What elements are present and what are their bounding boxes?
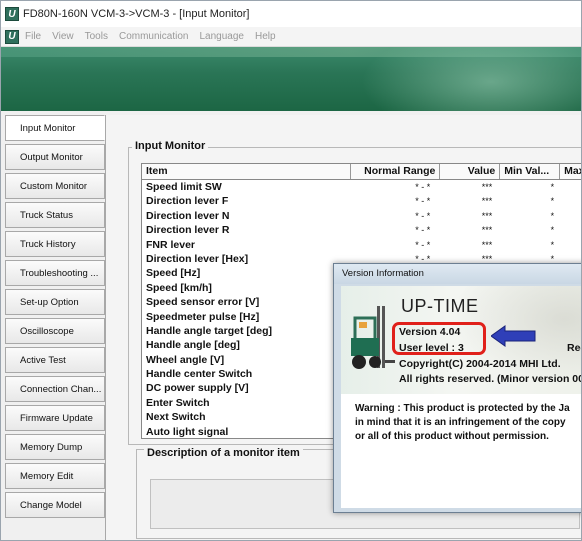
product-name: UP-TIME [401,296,479,316]
cell-item: Speed [Hz] [146,267,201,280]
app-window: U FD80N-160N VCM-3->VCM-3 - [Input Monit… [0,0,582,541]
version-highlight-box [392,322,486,355]
cell-normal-range: * - * [415,210,431,221]
copyright-text: Copyright(C) 2004-2014 MHI Ltd. [399,358,561,370]
cell-value: *** [481,225,493,236]
input-monitor-label: Input Monitor [132,140,209,152]
cell-item: DC power supply [V] [146,382,249,395]
cell-item: Enter Switch [146,396,210,409]
cell-item: Handle angle target [deg] [146,324,273,337]
nav-custom-monitor[interactable]: Custom Monitor [5,173,105,199]
cell-normal-range: * - * [415,182,431,192]
cell-normal-range: * - * [415,225,431,236]
menu-tools[interactable]: Tools [85,31,108,42]
menu-help[interactable]: Help [255,31,276,42]
warning-line-3: or all of this product without permissio… [355,431,549,442]
nav-truck-history[interactable]: Truck History [5,231,105,257]
cell-item: Speed limit SW [146,181,222,193]
cell-max-value [560,209,581,223]
dialog-title: Version Information [334,264,581,284]
cell-min-value: * [550,225,555,236]
nav-output-monitor[interactable]: Output Monitor [5,144,105,170]
title-bar: U FD80N-160N VCM-3->VCM-3 - [Input Monit… [1,1,581,27]
table-row[interactable]: Direction lever F * - * *** * [142,194,581,208]
nav-truck-status[interactable]: Truck Status [5,202,105,228]
nav-memory-edit[interactable]: Memory Edit [5,463,105,489]
banner-glow [361,47,581,111]
menu-view[interactable]: View [52,31,74,42]
warning-line-1: Warning : This product is protected by t… [355,403,570,414]
menu-file[interactable]: File [25,31,41,42]
dialog-body: UP-TIME Version 4.04 User level : 3 Regi… [341,286,582,508]
warning-line-2: in mind that it is an infringement of th… [355,417,566,428]
nav-input-monitor[interactable]: Input Monitor [5,115,105,141]
cell-item: Wheel angle [V] [146,353,225,366]
cell-min-value: * [550,196,555,207]
cell-item: Direction lever R [146,224,230,237]
cell-max-value [560,194,581,208]
column-header-max[interactable]: Max [560,164,581,179]
cell-item: Speedmeter pulse [Hz] [146,310,260,323]
table-row[interactable]: Speed limit SW * - * *** * [142,180,581,194]
dialog-banner: UP-TIME Version 4.04 User level : 3 Regi… [341,286,582,394]
cell-item: Speed [km/h] [146,281,212,294]
cell-min-value: * [550,182,555,192]
registration-text: Regi [567,342,581,354]
cell-min-value: * [550,210,555,221]
cell-normal-range: * - * [415,239,431,250]
header-banner [1,47,581,111]
sidebar-nav: Input Monitor Output Monitor Custom Moni… [5,115,105,535]
nav-troubleshooting[interactable]: Troubleshooting ... [5,260,105,286]
nav-setup-option[interactable]: Set-up Option [5,289,105,315]
cell-value: *** [481,239,493,250]
column-header-range[interactable]: Normal Range [351,164,441,179]
cell-item: Direction lever N [146,209,230,222]
cell-item: Direction lever F [146,195,229,208]
left-arrow-icon [491,325,536,347]
table-header: Item Normal Range Value Min Val... Max [142,164,581,180]
rights-text: All rights reserved. (Minor version 00 [399,373,582,385]
cell-max-value [560,223,581,237]
cell-value: *** [481,182,493,192]
cell-value: *** [481,196,493,207]
warning-text: Warning : This product is protected by t… [355,402,581,444]
nav-connection-change[interactable]: Connection Chan... [5,376,105,402]
column-header-item[interactable]: Item [142,164,351,179]
cell-item: Direction lever [Hex] [146,252,249,265]
app-logo-icon: U [5,7,19,21]
menu-language[interactable]: Language [199,31,244,42]
table-row[interactable]: Direction lever R * - * *** * [142,223,581,237]
nav-change-model[interactable]: Change Model [5,492,105,518]
cell-max-value [560,180,581,194]
cell-item: Handle angle [deg] [146,339,240,352]
cell-item: FNR lever [146,238,196,251]
cell-value: *** [481,210,493,221]
cell-item: Next Switch [146,411,206,424]
menu-communication[interactable]: Communication [119,31,188,42]
column-header-min[interactable]: Min Val... [500,164,561,179]
cell-normal-range: * - * [415,196,431,207]
nav-memory-dump[interactable]: Memory Dump [5,434,105,460]
table-row[interactable]: FNR lever * - * *** * [142,238,581,252]
nav-active-test[interactable]: Active Test [5,347,105,373]
app-menu-icon[interactable]: U [5,29,19,44]
forklift-icon [351,306,395,369]
cell-item: Handle center Switch [146,368,253,381]
nav-firmware-update[interactable]: Firmware Update [5,405,105,431]
version-dialog: Version Information UP-TIME Version 4.04… [333,263,582,513]
table-row[interactable]: Direction lever N * - * *** * [142,209,581,223]
cell-max-value [560,238,581,252]
column-header-value[interactable]: Value [440,164,501,179]
nav-oscilloscope[interactable]: Oscilloscope [5,318,105,344]
cell-item: Speed sensor error [V] [146,296,260,309]
cell-min-value: * [550,239,555,250]
window-title: FD80N-160N VCM-3->VCM-3 - [Input Monitor… [23,8,250,20]
description-label: Description of a monitor item [144,447,303,459]
cell-item: Auto light signal [146,425,229,438]
menu-bar: U File View Tools Communication Language… [1,27,581,47]
